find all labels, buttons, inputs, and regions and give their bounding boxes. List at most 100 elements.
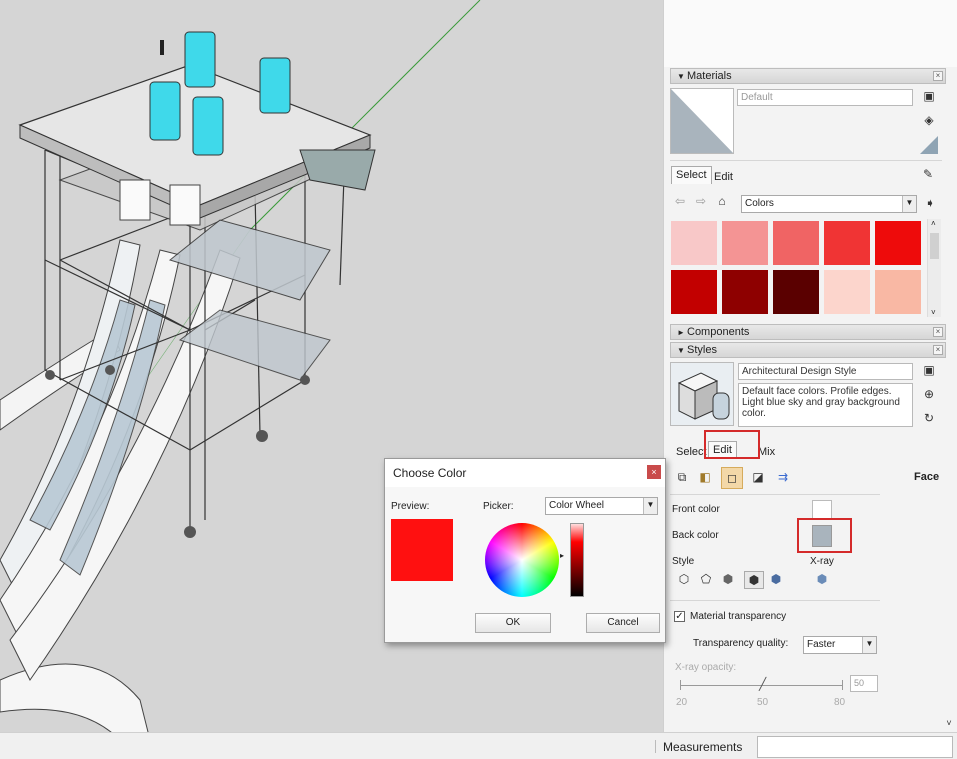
style-label: Style [672,556,695,567]
front-color-swatch[interactable] [812,500,832,520]
triangle-swatch-icon [920,136,938,154]
status-bar: Measurements [0,732,957,759]
ok-button[interactable]: OK [475,613,551,633]
tray-scroll-down-icon[interactable]: ˅ [944,718,954,728]
chevron-down-icon: ▼ [643,498,657,514]
materials-title: Materials [687,70,732,82]
eyedropper-icon[interactable]: ✎ [920,166,936,182]
status-divider [655,740,656,753]
refresh-icon[interactable]: ↻ [921,410,937,426]
components-panel-header[interactable]: ► Components × [670,324,946,340]
color-wheel[interactable] [485,523,559,597]
shaded-with-textures-icon[interactable]: ⬢ [744,571,764,589]
back-arrow-icon[interactable]: ⇦ [673,194,687,208]
slider-marker-icon[interactable]: ▸ [560,551,564,560]
scroll-thumb[interactable] [930,233,939,259]
monochrome-icon[interactable]: ⬢ [768,571,784,587]
xray-opacity-label: X-ray opacity: [675,662,737,673]
material-transparency-checkbox[interactable]: ✓ [674,611,685,622]
close-icon[interactable]: × [647,465,661,479]
swatch-scrollbar[interactable]: ˄ ˅ [927,219,941,317]
scroll-down-icon[interactable]: ˅ [931,308,936,317]
material-swatch[interactable] [773,221,819,265]
picker-select[interactable]: Color Wheel ▼ [545,497,658,515]
scroll-up-icon[interactable]: ˄ [931,219,936,228]
paint-bucket-icon[interactable]: ◈ [921,112,937,128]
slider-tick-label: 80 [834,697,846,708]
front-color-label: Front color [672,504,720,515]
style-preview-image [677,372,730,420]
transparency-quality-select[interactable]: Faster ▼ [803,636,877,654]
chevron-down-icon: ▼ [902,196,916,212]
divider [670,160,942,161]
materials-tab-select[interactable]: Select [671,166,712,184]
modeling-settings-icon[interactable]: ⇉ [773,469,793,485]
styles-panel-header[interactable]: ▼ Styles × [670,342,946,358]
back-color-highlight [797,518,852,553]
create-style-icon[interactable]: ▣ [921,362,937,378]
material-swatch[interactable] [671,270,717,314]
dialog-title: Choose Color [385,459,665,487]
update-style-icon[interactable]: ⊕ [921,386,937,402]
materials-tab-edit[interactable]: Edit [709,168,738,186]
material-swatch[interactable] [824,270,870,314]
close-icon[interactable]: × [933,327,943,337]
measurements-label: Measurements [663,740,743,754]
collapse-triangle-icon: ▼ [677,72,685,81]
background-settings-icon[interactable]: ◻ [721,467,743,489]
material-swatch[interactable] [824,221,870,265]
style-name-field[interactable]: Architectural Design Style [738,363,913,380]
section-label: Face [914,471,940,483]
material-swatch[interactable] [875,270,921,314]
close-icon[interactable]: × [933,345,943,355]
preview-label: Preview: [391,501,430,512]
materials-panel-header[interactable]: ▼ Materials × [670,68,946,84]
slider-tick-label: 20 [676,697,688,708]
picker-value: Color Wheel [549,500,605,511]
style-thumbnail [670,362,734,426]
expand-triangle-icon: ► [677,328,685,337]
details-arrow-icon[interactable]: ➧ [922,195,938,211]
tray-top-space [664,0,957,67]
cancel-button[interactable]: Cancel [586,613,660,633]
create-material-icon[interactable]: ▣ [921,88,937,104]
slider-tick-label: 50 [757,697,769,708]
material-name-field[interactable]: Default [737,89,913,106]
picker-label: Picker: [483,501,514,512]
home-icon[interactable]: ⌂ [714,193,730,209]
components-title: Components [687,326,750,338]
material-transparency-label: Material transparency [690,611,787,622]
material-library-value: Colors [745,198,774,209]
watermark-settings-icon[interactable]: ◪ [749,469,767,485]
material-swatch[interactable] [875,221,921,265]
forward-arrow-icon[interactable]: ⇨ [694,194,708,208]
color-preview-box [391,519,453,581]
xray-icon[interactable]: ⬢ [814,571,830,587]
brightness-slider[interactable] [570,523,584,597]
material-swatch[interactable] [773,270,819,314]
xray-opacity-field[interactable]: 50 [850,675,878,692]
slider-tick [680,680,681,690]
material-swatch[interactable] [671,221,717,265]
material-swatch[interactable] [722,270,768,314]
transparency-quality-label: Transparency quality: [693,638,789,649]
measurements-input[interactable] [757,736,953,758]
transparency-quality-value: Faster [807,639,836,650]
xray-opacity-slider-thumb[interactable]: ╱ [759,677,767,691]
edit-tab-highlight [704,430,760,459]
style-description-field[interactable]: Default face colors. Profile edges. Ligh… [738,383,913,427]
face-settings-icon[interactable]: ◧ [696,469,714,485]
choose-color-dialog: Choose Color × Preview: Picker: Color Wh… [384,458,666,643]
slider-tick [842,680,843,690]
material-library-select[interactable]: Colors ▼ [741,195,917,213]
edge-settings-icon[interactable]: ⧉ [673,469,691,485]
wireframe-icon[interactable]: ⬡ [676,571,692,587]
chevron-down-icon: ▼ [862,637,876,653]
material-preview-swatch [671,89,733,153]
hidden-line-icon[interactable]: ⬠ [698,571,714,587]
default-material-icon[interactable] [919,135,939,155]
divider [670,494,880,495]
close-icon[interactable]: × [933,71,943,81]
shaded-icon[interactable]: ⬢ [720,571,736,587]
material-swatch[interactable] [722,221,768,265]
